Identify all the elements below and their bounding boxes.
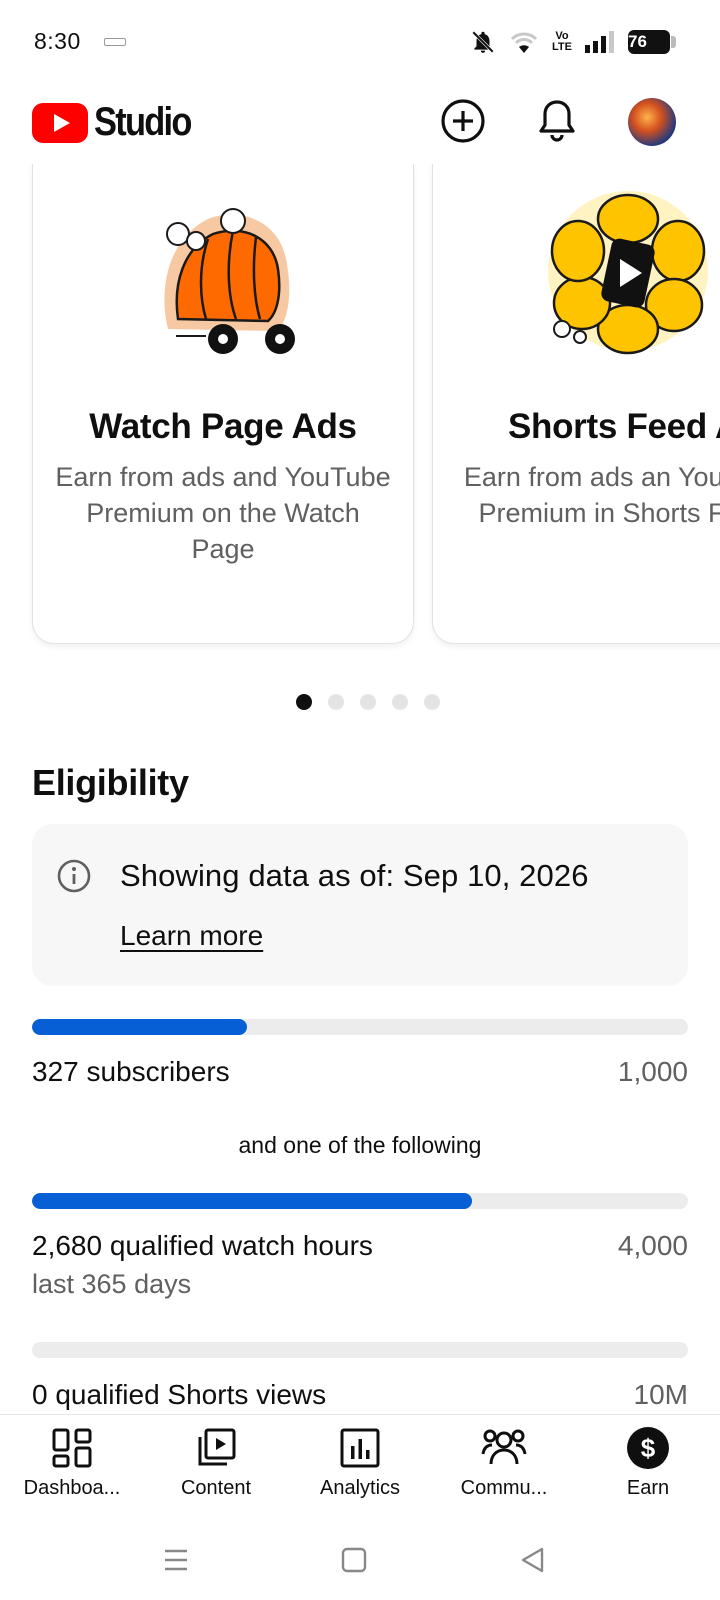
app-name: Studio — [94, 100, 192, 144]
youtube-play-icon — [32, 102, 88, 143]
nav-label: Commu... — [460, 1477, 548, 1499]
nav-analytics[interactable]: Analytics — [288, 1425, 432, 1500]
subscribers-target: 1,000 — [617, 1056, 688, 1087]
shorts-views-count: 0 qualified Shorts views — [32, 1379, 327, 1410]
menu-icon[interactable] — [156, 1540, 196, 1580]
volte-icon: Vo LTE — [552, 30, 572, 53]
nav-label: Analytics — [319, 1477, 401, 1499]
watch-hours-count: 2,680 qualified watch hours — [32, 1230, 373, 1261]
page-dot[interactable] — [424, 694, 440, 710]
earn-icon: $ — [625, 1425, 671, 1471]
nav-label: Dashboa... — [23, 1477, 121, 1499]
notifications-button[interactable] — [532, 96, 582, 146]
carousel-page-indicator — [0, 694, 720, 710]
create-icon — [441, 99, 485, 143]
bottom-navigation: Dashboa... Content Analytics Commu... $ … — [0, 1414, 720, 1522]
status-icons: Vo LTE 76 — [470, 26, 676, 58]
info-icon — [57, 859, 91, 893]
subscribers-progress-bar — [32, 1019, 688, 1035]
watch-hours-progress-fill — [32, 1193, 472, 1209]
page-dot[interactable] — [328, 694, 344, 710]
notifications-off-icon — [470, 29, 496, 55]
card-title: Shorts Feed A — [507, 407, 720, 446]
orange-wagon-illustration — [33, 179, 413, 369]
signal-icon — [584, 29, 616, 55]
watch-hours-target: 4,000 — [617, 1230, 688, 1261]
watch-hours-progress-bar — [32, 1193, 688, 1209]
page-dot[interactable] — [296, 694, 312, 710]
nav-content[interactable]: Content — [144, 1425, 288, 1500]
page-dot[interactable] — [392, 694, 408, 710]
nav-earn[interactable]: $ Earn — [576, 1425, 720, 1500]
wifi-icon — [508, 29, 540, 55]
analytics-icon — [337, 1425, 383, 1471]
subscribers-progress-fill — [32, 1019, 247, 1035]
info-text: Showing data as of: Sep 10, 2026 — [120, 858, 589, 893]
nav-dashboard[interactable]: Dashboa... — [0, 1425, 144, 1500]
content-icon — [193, 1425, 239, 1471]
avatar[interactable] — [628, 98, 676, 146]
watch-hours-period: last 365 days — [32, 1269, 192, 1299]
notifications-icon — [539, 100, 575, 142]
monetization-carousel[interactable]: Watch Page Ads Earn from ads and YouTube… — [0, 164, 720, 704]
shorts-views-target: 10M — [633, 1379, 688, 1410]
eligibility-title: Eligibility — [32, 762, 189, 803]
home-icon[interactable] — [334, 1540, 374, 1580]
status-time: 8:30 — [34, 28, 81, 54]
page-dot[interactable] — [360, 694, 376, 710]
card-shorts-feed-ads[interactable]: Shorts Feed A Earn from ads an YouTube P… — [432, 164, 720, 644]
nav-community[interactable]: Commu... — [432, 1425, 576, 1500]
nav-label: Content — [180, 1477, 252, 1499]
battery-icon: 76 — [628, 30, 676, 54]
status-notification-icon — [104, 38, 126, 46]
system-navigation-bar — [0, 1522, 720, 1600]
status-bar: 8:30 Vo LTE 76 — [0, 0, 720, 84]
requirement-connector: and one of the following — [238, 1132, 482, 1158]
nav-label: Earn — [626, 1477, 670, 1499]
card-title: Watch Page Ads — [89, 407, 357, 446]
dashboard-icon — [49, 1425, 95, 1471]
youtube-studio-logo[interactable]: Studio — [32, 100, 206, 145]
card-description: Earn from ads an YouTube Premium in Shor… — [463, 462, 720, 528]
create-button[interactable] — [438, 96, 488, 146]
svg-text:$: $ — [641, 1433, 656, 1463]
app-header: Studio — [0, 84, 720, 164]
back-icon[interactable] — [512, 1540, 552, 1580]
card-description: Earn from ads and YouTube Premium on the… — [55, 462, 391, 564]
card-watch-page-ads[interactable]: Watch Page Ads Earn from ads and YouTube… — [32, 164, 414, 644]
subscribers-count: 327 subscribers — [32, 1056, 230, 1087]
learn-more-link[interactable]: Learn more — [120, 920, 263, 952]
shorts-views-progress-bar — [32, 1342, 688, 1358]
community-icon — [481, 1425, 527, 1471]
data-freshness-notice: Showing data as of: Sep 10, 2026 Learn m… — [32, 824, 688, 986]
yellow-shorts-illustration — [433, 179, 720, 369]
